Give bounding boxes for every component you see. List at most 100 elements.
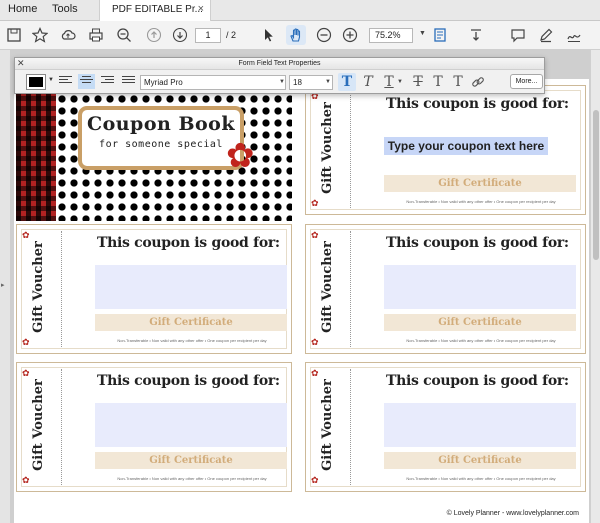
zoom-plus-icon[interactable] [340, 25, 360, 45]
page-number-input[interactable]: 1 [195, 28, 221, 43]
main-toolbar: 1 / 2 75.2% ▼ [0, 21, 600, 50]
page-layout-icon[interactable] [430, 25, 450, 45]
coupon-text-field[interactable] [95, 403, 287, 447]
cover-title-panel: Coupon Book for someone special [78, 106, 244, 170]
fine-print: Non-Transferable • Non valid with any ot… [406, 338, 556, 343]
cover-title: Coupon Book [86, 113, 236, 135]
zoom-out-search-icon[interactable] [114, 25, 134, 45]
coupon-card: ✿ Gift Voucher ✿ This coupon is good for… [305, 362, 586, 492]
coupon-text-field[interactable] [95, 265, 287, 309]
coupon-headline: This coupon is good for: [97, 373, 280, 389]
coupon-cover: Coupon Book for someone special ✿ [14, 81, 296, 223]
close-tab-icon[interactable]: × [198, 3, 204, 15]
subscript-text-icon[interactable]: T [449, 73, 467, 91]
print-icon[interactable] [86, 25, 106, 45]
dotted-divider [350, 369, 351, 485]
cover-subtitle: for someone special [99, 139, 223, 150]
cover-art: Coupon Book for someone special ✿ [16, 81, 292, 221]
align-left-icon[interactable] [59, 76, 72, 87]
coupon-card: ✿ Gift Voucher ✿ This coupon is good for… [305, 224, 586, 354]
cloud-upload-icon[interactable] [58, 25, 78, 45]
dotted-divider [61, 369, 62, 485]
tab-document-label: PDF EDITABLE Pr... [112, 4, 203, 15]
gift-voucher-label: Gift Voucher [320, 241, 335, 333]
coupon-headline: This coupon is good for: [97, 235, 280, 251]
fine-print: Non-Transferable • Non valid with any ot… [117, 476, 267, 481]
dotted-divider [350, 92, 351, 208]
scrollbar-thumb[interactable] [593, 110, 599, 260]
coupon-text-field[interactable] [384, 265, 576, 309]
voucher-strip: ✿ Gift Voucher ✿ [308, 227, 352, 351]
close-icon[interactable]: ✕ [17, 58, 25, 69]
left-panel-toggle[interactable]: ▸ [0, 50, 10, 523]
align-center-icon[interactable] [78, 74, 95, 89]
vertical-scrollbar[interactable] [590, 50, 600, 523]
font-dropdown-icon[interactable]: ▼ [279, 79, 285, 85]
prev-page-icon[interactable] [144, 25, 164, 45]
select-arrow-icon[interactable] [258, 25, 278, 45]
align-justify-icon[interactable] [122, 76, 135, 87]
bookmark-star-icon[interactable] [30, 25, 50, 45]
coupon-text-field[interactable] [384, 403, 576, 447]
tab-document[interactable]: PDF EDITABLE Pr... × [99, 0, 211, 22]
ribbon-icon: ✿ [22, 230, 30, 240]
voucher-strip: ✿ Gift Voucher ✿ [308, 88, 352, 212]
zoom-level-input[interactable]: 75.2% [369, 28, 413, 43]
form-field-text-properties-toolbar: ✕ Form Field Text Properties ▼ Myriad Pr… [14, 57, 545, 94]
ribbon-icon: ✿ [311, 198, 319, 208]
font-family-field[interactable]: Myriad Pro [140, 75, 286, 90]
bold-text-icon[interactable]: T [338, 73, 356, 91]
gift-voucher-label: Gift Voucher [31, 379, 46, 471]
plaid-pattern [16, 81, 56, 221]
text-color-swatch[interactable] [26, 74, 46, 90]
more-button[interactable]: More... [510, 74, 543, 89]
comment-icon[interactable] [508, 25, 528, 45]
ribbon-icon: ✿ [22, 337, 30, 347]
voucher-strip: ✿ Gift Voucher ✿ [19, 365, 63, 489]
coupon-card: ✿ Gift Voucher ✿ This coupon is good for… [305, 85, 586, 215]
tab-bar: Home Tools PDF EDITABLE Pr... × [0, 0, 600, 22]
props-titlebar[interactable]: ✕ Form Field Text Properties [15, 58, 544, 70]
expand-panel-icon[interactable]: ▸ [1, 281, 5, 289]
gift-voucher-label: Gift Voucher [31, 241, 46, 333]
link-icon[interactable] [471, 75, 485, 89]
ribbon-icon: ✿ [22, 475, 30, 485]
sign-icon[interactable] [564, 25, 584, 45]
fine-print: Non-Transferable • Non valid with any ot… [117, 338, 267, 343]
scroll-mode-icon[interactable] [466, 25, 486, 45]
copyright-text: © Lovely Planner - www.lovelyplanner.com [446, 510, 579, 517]
ribbon-icon: ✿ [311, 475, 319, 485]
zoom-minus-icon[interactable] [314, 25, 334, 45]
tab-home[interactable]: Home [8, 3, 37, 15]
hand-icon[interactable] [286, 25, 306, 45]
underline-dropdown-icon[interactable]: ▼ [397, 79, 403, 85]
strikethrough-text-icon[interactable]: T [409, 73, 427, 91]
coupon-headline: This coupon is good for: [386, 235, 569, 251]
size-dropdown-icon[interactable]: ▼ [325, 79, 331, 85]
color-dropdown-icon[interactable]: ▼ [48, 77, 54, 83]
gift-certificate-label: Gift Certificate [384, 314, 576, 331]
tab-tools[interactable]: Tools [52, 3, 78, 15]
gift-certificate-label: Gift Certificate [384, 175, 576, 192]
zoom-dropdown-icon[interactable]: ▼ [419, 30, 426, 37]
voucher-strip: ✿ Gift Voucher ✿ [19, 227, 63, 351]
superscript-text-icon[interactable]: T [429, 73, 447, 91]
gift-voucher-label: Gift Voucher [320, 102, 335, 194]
dotted-divider [350, 231, 351, 347]
coupon-text-field-active[interactable]: Type your coupon text here [384, 137, 548, 155]
acrobat-window: Home Tools PDF EDITABLE Pr... × 1 / 2 75… [0, 0, 600, 523]
save-icon[interactable] [4, 25, 24, 45]
voucher-strip: ✿ Gift Voucher ✿ [308, 365, 352, 489]
next-page-icon[interactable] [170, 25, 190, 45]
coupon-headline: This coupon is good for: [386, 96, 569, 112]
pdf-page: Coupon Book for someone special ✿ ✿ Gift… [14, 79, 589, 523]
coupon-card: ✿ Gift Voucher ✿ This coupon is good for… [16, 224, 292, 354]
ribbon-icon: ✿ [311, 337, 319, 347]
ribbon-icon: ✿ [311, 368, 319, 378]
italic-text-icon[interactable]: T [359, 73, 377, 91]
underline-text-icon[interactable]: T [380, 73, 398, 91]
coupon-headline: This coupon is good for: [386, 373, 569, 389]
pen-icon[interactable] [536, 25, 556, 45]
document-area: Coupon Book for someone special ✿ ✿ Gift… [10, 50, 590, 523]
align-right-icon[interactable] [101, 76, 114, 87]
